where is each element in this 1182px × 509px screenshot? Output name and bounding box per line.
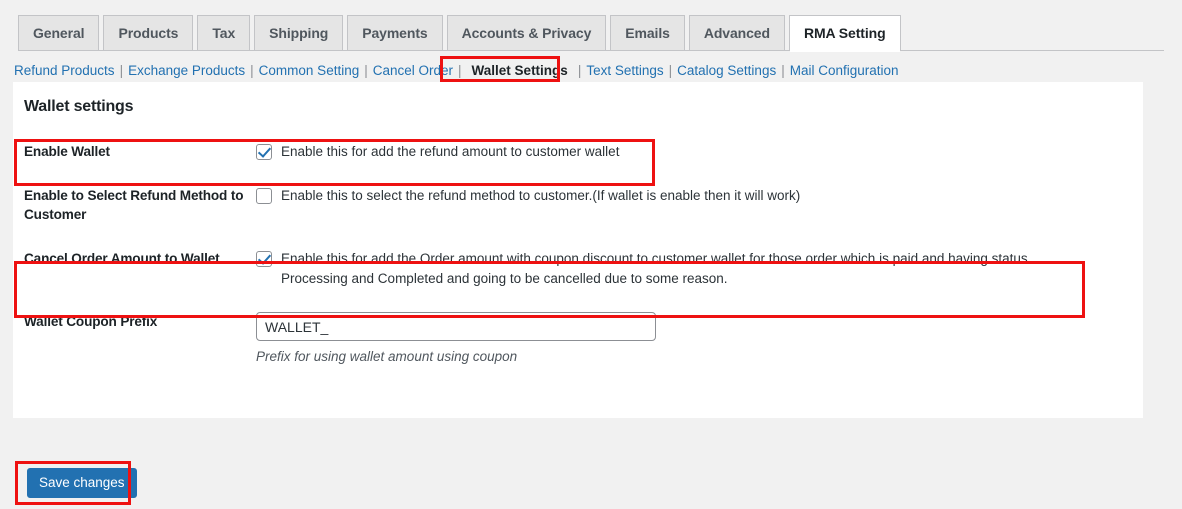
cancel-order-amount-checkbox-row[interactable]: Enable this for add the Order amount wit… (256, 249, 1133, 288)
tab-rma-setting[interactable]: RMA Setting (788, 15, 901, 52)
wallet-coupon-prefix-description: Prefix for using wallet amount using cou… (256, 349, 518, 365)
enable-wallet-checkbox-row[interactable]: Enable this for add the refund amount to… (256, 142, 1133, 162)
subnav-item-mail-configuration[interactable]: Mail Configuration (790, 63, 899, 78)
tab-shipping[interactable]: Shipping (254, 15, 344, 51)
tab-general[interactable]: General (18, 15, 100, 51)
rma-subnav: Refund Products | Exchange Products | Co… (14, 60, 899, 80)
setting-field-enable-wallet: Enable this for add the refund amount to… (256, 130, 1143, 174)
setting-field-wallet-coupon-prefix: Prefix for using wallet amount using cou… (256, 300, 1143, 376)
setting-label-cancel-order-amount: Cancel Order Amount to Wallet (24, 251, 220, 267)
subnav-separator: | (119, 62, 124, 78)
setting-label-select-refund-method: Enable to Select Refund Method to Custom… (24, 188, 244, 222)
subnav-item-wallet-settings[interactable]: Wallet Settings (467, 61, 573, 80)
save-button-area: Save changes (27, 468, 137, 498)
setting-row-enable-wallet: Enable Wallet Enable this for add the re… (13, 130, 1143, 174)
wallet-coupon-prefix-input[interactable] (256, 312, 656, 342)
setting-field-select-refund-method: Enable this to select the refund method … (256, 174, 1143, 218)
enable-wallet-checkbox[interactable] (256, 144, 272, 160)
wallet-settings-panel: Wallet settings Enable Wallet Enable thi… (13, 82, 1143, 418)
subnav-separator: | (668, 62, 673, 78)
tab-products[interactable]: Products (103, 15, 194, 51)
subnav-item-exchange-products[interactable]: Exchange Products (128, 63, 245, 78)
setting-row-wallet-coupon-prefix: Wallet Coupon Prefix Prefix for using wa… (13, 300, 1143, 376)
subnav-item-text-settings[interactable]: Text Settings (586, 63, 663, 78)
subnav-item-common-setting[interactable]: Common Setting (259, 63, 360, 78)
wallet-settings-form: Enable Wallet Enable this for add the re… (13, 130, 1143, 376)
setting-row-cancel-order-amount: Cancel Order Amount to Wallet Enable thi… (13, 237, 1143, 300)
tab-payments[interactable]: Payments (347, 15, 443, 51)
cancel-order-amount-description: Enable this for add the Order amount wit… (281, 251, 1028, 286)
settings-tab-bar: General Products Tax Shipping Payments A… (0, 14, 1182, 52)
setting-row-select-refund-method: Enable to Select Refund Method to Custom… (13, 174, 1143, 237)
tab-advanced[interactable]: Advanced (688, 15, 785, 51)
save-changes-button[interactable]: Save changes (27, 468, 137, 498)
subnav-item-cancel-order[interactable]: Cancel Order (373, 63, 453, 78)
setting-label-wallet-coupon-prefix: Wallet Coupon Prefix (24, 314, 158, 330)
tab-tax[interactable]: Tax (197, 15, 251, 51)
subnav-item-refund-products[interactable]: Refund Products (14, 63, 115, 78)
select-refund-method-description: Enable this to select the refund method … (281, 188, 801, 204)
tab-accounts-privacy[interactable]: Accounts & Privacy (446, 15, 607, 51)
subnav-item-catalog-settings[interactable]: Catalog Settings (677, 63, 776, 78)
setting-label-enable-wallet: Enable Wallet (24, 144, 110, 159)
subnav-separator: | (364, 62, 368, 78)
select-refund-method-checkbox-row[interactable]: Enable this to select the refund method … (256, 186, 1133, 206)
select-refund-method-checkbox[interactable] (256, 188, 272, 205)
enable-wallet-description: Enable this for add the refund amount to… (281, 144, 620, 159)
subnav-separator: | (458, 62, 462, 78)
settings-tab-list: General Products Tax Shipping Payments A… (18, 14, 905, 52)
subnav-separator: | (577, 62, 582, 78)
page-title: Wallet settings (24, 98, 134, 115)
tab-emails[interactable]: Emails (610, 15, 685, 51)
subnav-separator: | (250, 62, 254, 78)
cancel-order-amount-checkbox[interactable] (256, 251, 272, 268)
tab-bar-divider (18, 50, 1164, 51)
subnav-separator: | (781, 62, 785, 78)
setting-field-cancel-order-amount: Enable this for add the Order amount wit… (256, 237, 1143, 300)
